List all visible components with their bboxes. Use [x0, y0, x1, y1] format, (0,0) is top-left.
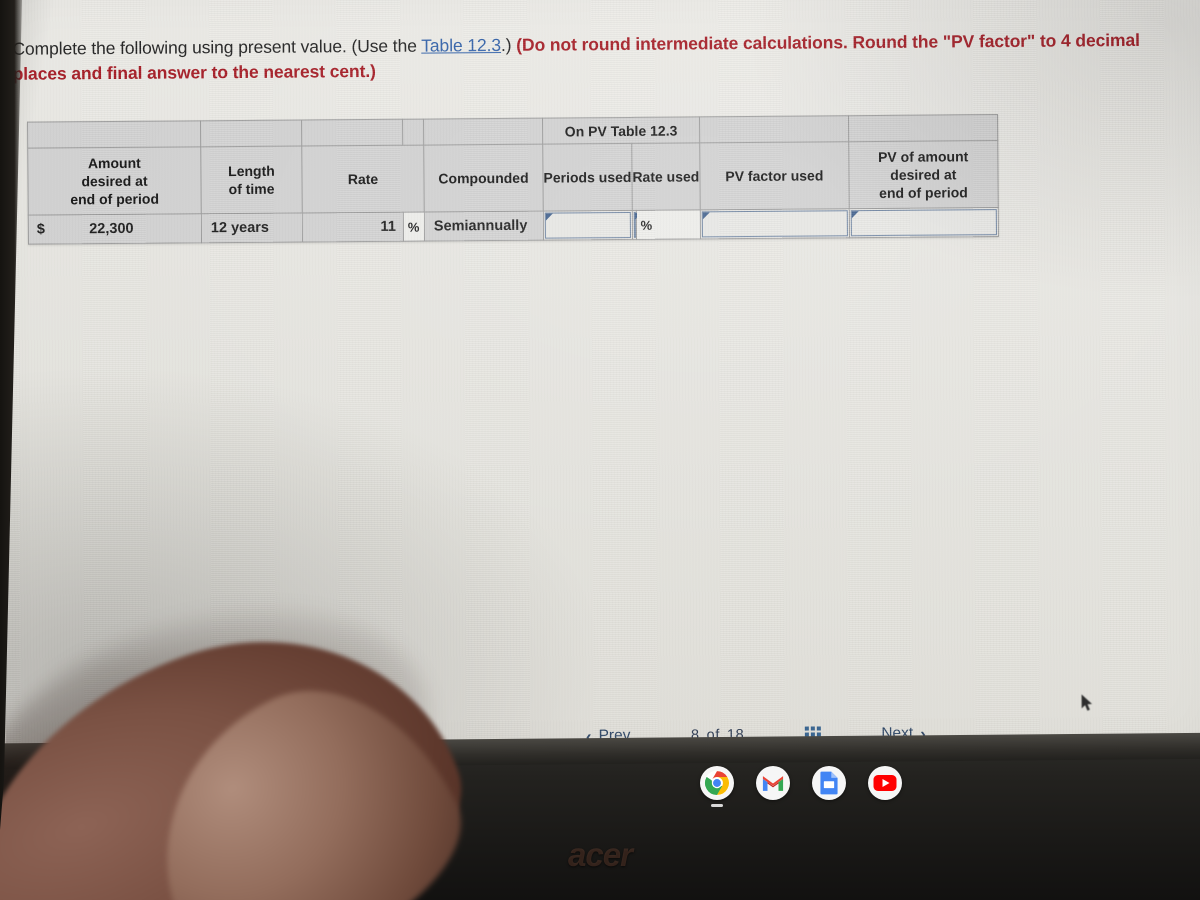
input-pv-of-amount[interactable] — [849, 207, 999, 238]
header-compounded: Compounded — [423, 144, 544, 213]
youtube-icon[interactable] — [868, 766, 902, 800]
header-rate: Rate — [301, 145, 425, 214]
currency-symbol: $ — [36, 221, 46, 238]
youtube-glyph — [873, 775, 897, 791]
pv-worksheet-table: On PV Table 12.3 Amount desired at end o… — [27, 114, 999, 245]
header-amount-desired: Amount desired at end of period — [27, 146, 202, 216]
cell-rate-percent-symbol: % — [403, 212, 425, 242]
chrome-icon[interactable] — [700, 766, 734, 800]
header-amount-line-2: desired at — [81, 172, 148, 190]
header-length-of-time: Length of time — [200, 146, 303, 214]
input-pv-of-amount-box[interactable] — [850, 209, 997, 237]
band-cell-empty-1 — [27, 120, 201, 149]
header-amount-line-1: Amount — [87, 154, 141, 172]
header-pv-amount-line-3: end of period — [879, 184, 968, 201]
input-pv-factor-used-box[interactable] — [701, 210, 848, 238]
band-cell-empty-3b — [402, 119, 424, 146]
header-length-line-1: Length — [228, 162, 275, 180]
prompt-lead-after: .) — [500, 34, 517, 55]
header-pv-of-amount: PV of amount desired at end of period — [848, 140, 999, 209]
acer-brand-logo: acer — [568, 836, 633, 873]
header-pv-amount-line-1: PV of amount — [877, 148, 969, 165]
google-slides-icon[interactable] — [812, 766, 846, 800]
table-header-row: Amount desired at end of period Length o… — [27, 140, 999, 216]
cell-rate-used-percent-symbol: % — [636, 209, 701, 240]
chrome-glyph — [704, 770, 730, 796]
cell-length-of-time: 12 years — [201, 213, 303, 243]
prompt-lead-text: Complete the following using present val… — [12, 35, 422, 59]
header-pv-amount-line-2: desired at — [890, 166, 957, 183]
header-amount-line-3: end of period — [70, 190, 160, 208]
screen-content: Complete the following using present val… — [0, 0, 1200, 760]
gmail-icon[interactable] — [756, 766, 790, 800]
question-prompt: Complete the following using present val… — [12, 28, 1187, 87]
header-rate-used: Rate used — [631, 142, 701, 211]
input-periods-used-box[interactable] — [544, 211, 631, 239]
header-pv-factor-used: PV factor used — [699, 141, 850, 210]
band-cell-empty-2 — [200, 120, 302, 147]
input-pv-factor-used[interactable] — [700, 208, 850, 239]
laptop-screen: Complete the following using present val… — [0, 0, 1200, 765]
table-row: $22,300 12 years 11 % Semiannually % — [28, 207, 999, 245]
band-cell-empty-5 — [699, 115, 849, 143]
cell-rate-value: 11 — [302, 212, 404, 243]
screen-glare-overlay — [0, 0, 1200, 760]
band-cell-empty-4 — [423, 118, 543, 146]
cell-compounded: Semiannually — [424, 211, 544, 242]
mouse-cursor-icon — [1081, 694, 1093, 711]
slides-glyph — [820, 771, 838, 795]
band-on-pv-table-label: On PV Table 12.3 — [542, 116, 700, 145]
header-periods-used: Periods used — [542, 143, 633, 212]
cell-amount-value: 22,300 — [89, 220, 134, 238]
table-12-3-link[interactable]: Table 12.3 — [421, 35, 501, 56]
header-length-line-2: of time — [228, 180, 275, 198]
cell-amount-desired: $22,300 — [28, 213, 202, 245]
band-cell-empty-3 — [301, 119, 403, 147]
chromeos-shelf — [700, 766, 902, 800]
band-cell-empty-6 — [848, 114, 998, 142]
gmail-glyph — [762, 775, 784, 791]
laptop-photo: Complete the following using present val… — [0, 0, 1200, 900]
input-periods-used[interactable] — [543, 210, 633, 241]
